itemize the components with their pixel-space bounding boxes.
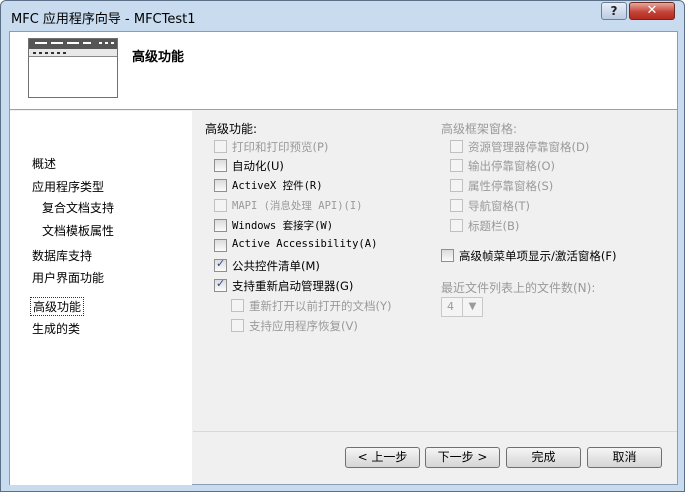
nav-item-generated-classes[interactable]: 生成的类: [32, 320, 80, 337]
nav-item-overview[interactable]: 概述: [32, 155, 56, 172]
checkmark-icon: ✓: [216, 257, 226, 270]
help-button[interactable]: ?: [601, 2, 627, 20]
mru-count-select[interactable]: 4 ▼: [441, 297, 483, 317]
nav-item-user-interface[interactable]: 用户界面功能: [32, 269, 104, 286]
title-bar: MFC 应用程序向导 - MFCTest1 ? ✕: [1, 1, 684, 31]
nav-item-compound-document[interactable]: 复合文档支持: [42, 199, 114, 216]
cancel-button[interactable]: 取消: [587, 447, 662, 468]
finish-button[interactable]: 完成: [506, 447, 581, 468]
wizard-nav: 概述 应用程序类型 复合文档支持 文档模板属性 数据库支持 用户界面功能 高级功…: [10, 111, 192, 485]
wizard-window: MFC 应用程序向导 - MFCTest1 ? ✕ 高级功能 概述 应用程序类型…: [0, 0, 685, 492]
checkmark-icon: ✓: [216, 277, 226, 290]
nav-item-application-type[interactable]: 应用程序类型: [32, 178, 104, 195]
close-button[interactable]: ✕: [629, 2, 675, 20]
mru-count-label: 最近文件列表上的文件数(N):: [441, 281, 596, 295]
window-title: MFC 应用程序向导 - MFCTest1: [11, 12, 196, 27]
chevron-down-icon: ▼: [462, 298, 482, 316]
page-header: 高级功能: [10, 32, 677, 110]
dialog-client: 高级功能 概述 应用程序类型 复合文档支持 文档模板属性 数据库支持 用户界面功…: [9, 31, 678, 485]
window-preview-icon: [28, 38, 118, 98]
back-button[interactable]: < 上一步: [345, 447, 420, 468]
nav-item-document-template[interactable]: 文档模板属性: [42, 222, 114, 239]
button-separator: [193, 431, 677, 432]
advanced-features-label: 高级功能:: [205, 122, 258, 136]
page-title: 高级功能: [132, 50, 185, 65]
next-button[interactable]: 下一步 >: [425, 447, 500, 468]
nav-item-database-support[interactable]: 数据库支持: [32, 247, 92, 264]
frame-panes-label: 高级框架窗格:: [441, 122, 518, 136]
nav-item-advanced-features[interactable]: 高级功能: [30, 297, 85, 316]
advanced-features-panel: 高级功能: 打印和打印预览(P) 自动化(U) ActiveX 控件(R) MA…: [193, 111, 677, 431]
